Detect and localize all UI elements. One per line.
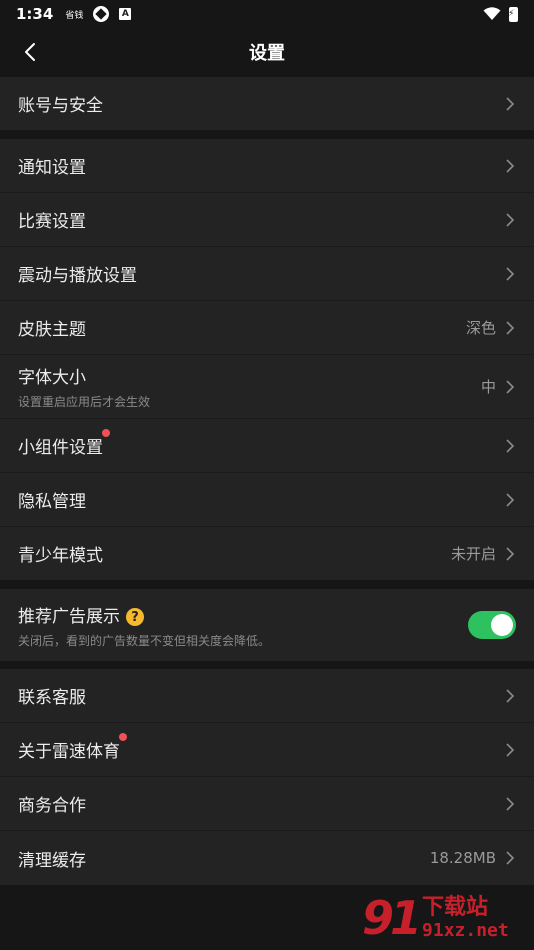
row-value: 中	[480, 378, 496, 396]
row-label-text: 推荐广告展示	[18, 606, 120, 627]
row-subtitle: 关闭后，看到的广告数量不变但相关度会降低。	[18, 633, 271, 648]
row-subtitle: 设置重启应用后才会生效	[18, 395, 151, 409]
section-ads: 推荐广告展示? 关闭后，看到的广告数量不变但相关度会降低。	[0, 589, 534, 661]
chevron-right-icon	[506, 266, 515, 281]
chevron-right-icon	[506, 492, 515, 507]
row-clear-cache[interactable]: 清理缓存 18.28MB	[0, 831, 534, 885]
a-box-icon: A	[119, 8, 132, 20]
row-label: 推荐广告展示?	[18, 602, 270, 627]
chevron-right-icon	[506, 158, 515, 173]
chevron-right-icon	[506, 438, 515, 453]
section-about: 联系客服 关于雷速体育 商务合作 清理缓存 18.28MB	[0, 669, 534, 885]
chevron-right-icon	[506, 851, 515, 865]
status-time: 1:34	[16, 5, 54, 23]
watermark-text: 下载站	[422, 895, 489, 920]
row-label: 字体大小	[18, 368, 86, 388]
row-match-settings[interactable]: 比赛设置	[0, 193, 534, 247]
row-label: 账号与安全	[18, 96, 103, 116]
row-account-security[interactable]: 账号与安全	[0, 77, 534, 130]
row-label: 联系客服	[18, 688, 86, 708]
row-label: 关于雷速体育	[18, 733, 127, 762]
row-notification-settings[interactable]: 通知设置	[0, 139, 534, 193]
row-value: 18.28MB	[429, 849, 496, 867]
row-value: 深色	[465, 319, 496, 337]
row-skin-theme[interactable]: 皮肤主题 深色	[0, 301, 534, 355]
row-label: 清理缓存	[18, 850, 86, 871]
row-label: 青少年模式	[18, 546, 103, 566]
watermark-url: 91xz.net	[422, 920, 509, 941]
wifi-icon	[483, 7, 501, 20]
help-icon[interactable]: ?	[126, 608, 144, 626]
row-label: 比赛设置	[18, 212, 86, 232]
new-badge-dot	[119, 733, 127, 741]
row-vibration-playback[interactable]: 震动与播放设置	[0, 247, 534, 301]
system-icons	[483, 6, 518, 22]
row-label: 皮肤主题	[18, 320, 86, 340]
ads-toggle-switch[interactable]	[468, 611, 516, 639]
chevron-right-icon	[506, 796, 515, 811]
section-account: 账号与安全	[0, 77, 534, 130]
row-privacy-management[interactable]: 隐私管理	[0, 473, 534, 527]
row-label: 小组件设置	[18, 429, 110, 458]
row-business-cooperation[interactable]: 商务合作	[0, 777, 534, 831]
back-button[interactable]	[14, 36, 46, 68]
row-font-size[interactable]: 字体大小 设置重启应用后才会生效 中	[0, 355, 534, 419]
watermark-number: 91	[362, 891, 422, 945]
chevron-right-icon	[506, 742, 515, 757]
watermark-logo: 91 下载站 91xz.net	[362, 888, 532, 948]
back-arrow-icon	[25, 43, 35, 61]
row-label: 震动与播放设置	[18, 266, 137, 286]
row-value: 未开启	[450, 545, 496, 563]
chevron-right-icon	[506, 96, 515, 111]
row-label-text: 小组件设置	[18, 438, 103, 458]
status-bar: 1:34 省钱 A	[0, 0, 534, 28]
chevron-right-icon	[506, 379, 515, 394]
section-general: 通知设置 比赛设置 震动与播放设置 皮肤主题 深色 字体大小 设置重启应用后才会…	[0, 139, 534, 580]
toggle-knob	[491, 614, 513, 636]
app-notification-icon: 省钱	[65, 10, 84, 21]
header: 设置	[0, 28, 534, 76]
row-label: 商务合作	[18, 796, 86, 816]
row-label-text: 关于雷速体育	[18, 742, 120, 762]
row-widget-settings[interactable]: 小组件设置	[0, 419, 534, 473]
row-label: 通知设置	[18, 158, 86, 178]
row-recommended-ads: 推荐广告展示? 关闭后，看到的广告数量不变但相关度会降低。	[0, 589, 534, 661]
notification-icons: 省钱 A	[65, 6, 132, 22]
row-about-app[interactable]: 关于雷速体育	[0, 723, 534, 777]
battery-charging-icon	[508, 6, 518, 22]
row-label: 隐私管理	[18, 492, 86, 512]
new-badge-dot	[102, 429, 110, 437]
chevron-right-icon	[506, 212, 515, 227]
chevron-right-icon	[506, 546, 515, 561]
chevron-right-icon	[506, 688, 515, 703]
chevron-right-icon	[506, 320, 515, 335]
row-contact-support[interactable]: 联系客服	[0, 669, 534, 723]
app-logo-icon	[93, 6, 110, 22]
row-youth-mode[interactable]: 青少年模式 未开启	[0, 527, 534, 580]
page-title: 设置	[249, 43, 285, 64]
